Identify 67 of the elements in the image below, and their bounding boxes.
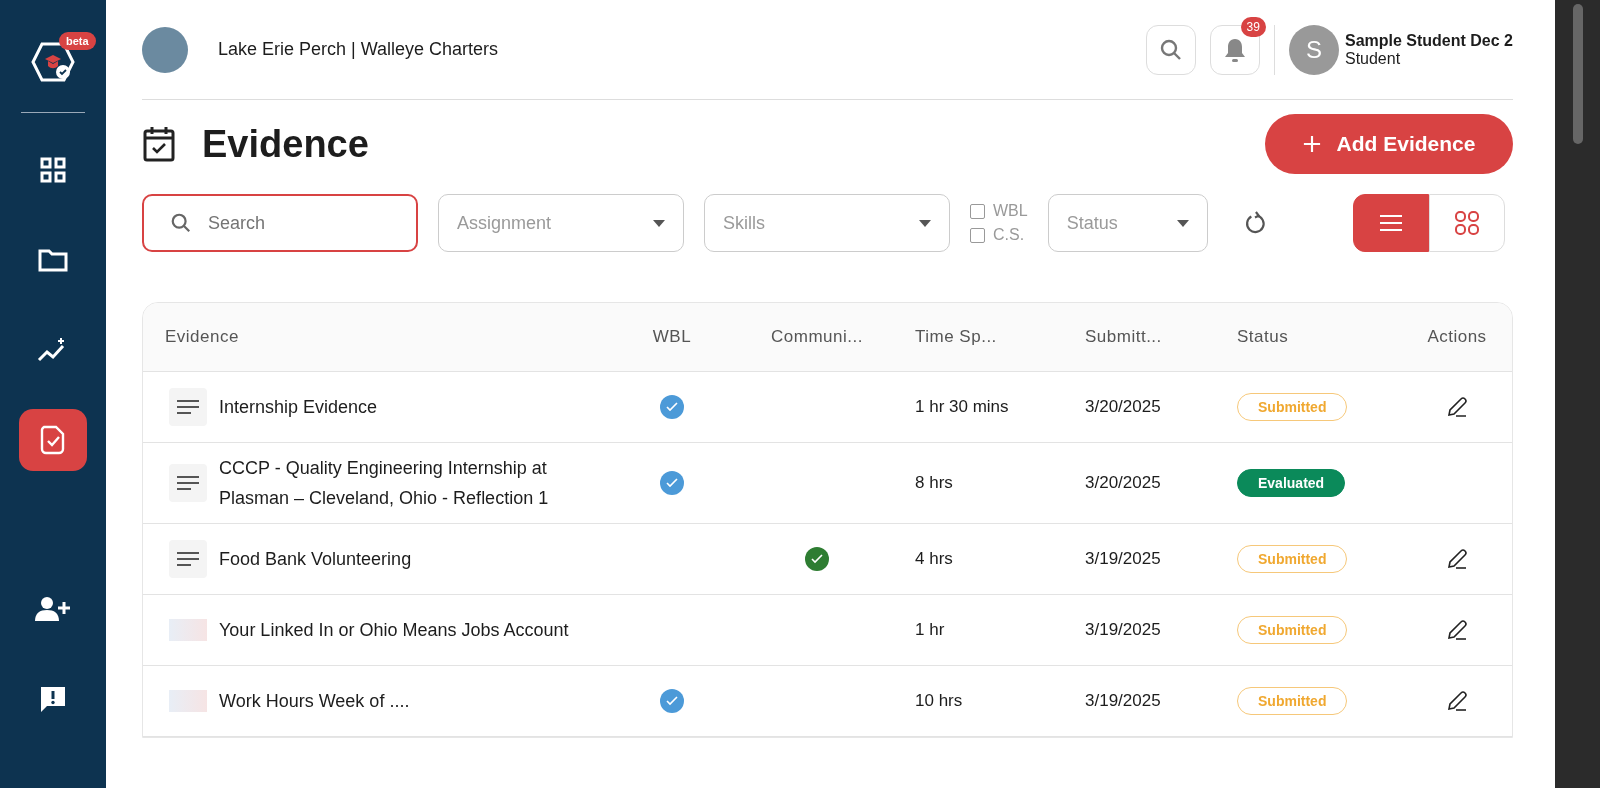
scrollbar[interactable] [1555, 0, 1600, 788]
feedback-icon[interactable] [38, 684, 68, 714]
calendar-check-icon [142, 125, 176, 163]
time-spent: 4 hrs [915, 549, 953, 569]
search-icon [1158, 37, 1183, 62]
grid-icon [39, 156, 67, 184]
table-row[interactable]: Internship Evidence 1 hr 30 mins 3/20/2025 Submitted [143, 372, 1512, 443]
page-title: Evidence [202, 122, 369, 166]
text-lines-icon [169, 464, 207, 502]
search-button[interactable] [1145, 24, 1196, 75]
column-header: Status [1236, 327, 1290, 347]
time-spent: 10 hrs [915, 691, 963, 711]
caret-icon [1176, 219, 1189, 227]
submitted-date: 3/19/2025 [1085, 620, 1161, 640]
table-row[interactable]: Work Hours Week of .... 10 hrs 3/19/2025 Submitted [143, 666, 1512, 737]
list-icon [1379, 214, 1403, 232]
search-icon [170, 212, 192, 234]
table-row[interactable]: Food Bank Volunteering 4 hrs 3/19/2025 Submitted [143, 524, 1512, 595]
caret-icon [919, 219, 931, 227]
plus-icon [1302, 135, 1321, 153]
grid-icon [1454, 210, 1480, 236]
edit-icon[interactable] [1446, 619, 1468, 641]
thumbnail-image [169, 619, 207, 641]
edit-icon[interactable] [1446, 548, 1468, 570]
notification-badge: 39 [1240, 16, 1266, 37]
search-field[interactable]: Search [142, 194, 418, 252]
bell-icon [1222, 36, 1247, 63]
evidence-title[interactable]: Your Linked In or Ohio Means Jobs Account [219, 615, 569, 645]
edit-icon[interactable] [1446, 690, 1468, 712]
time-spent: 8 hrs [915, 473, 953, 493]
add-evidence-button[interactable]: Add Evidence [1265, 114, 1513, 174]
evidence-title[interactable]: Work Hours Week of .... [219, 686, 410, 716]
text-lines-icon [169, 388, 207, 426]
table-row[interactable]: Your Linked In or Ohio Means Jobs Account 1 hr 3/19/2025 Submitted [143, 595, 1512, 666]
column-header: Submitt... [1084, 327, 1163, 347]
edit-icon[interactable] [1446, 396, 1468, 418]
user-role: Student [1344, 49, 1402, 68]
beta-badge: beta [59, 32, 96, 50]
time-spent: 1 hr [915, 620, 945, 640]
submitted-date: 3/19/2025 [1085, 691, 1161, 711]
thumbnail-image [169, 690, 207, 712]
grid-view-button[interactable] [1429, 194, 1505, 252]
caret-icon [653, 219, 665, 227]
reset-icon[interactable] [1243, 211, 1266, 235]
user-name: Sample Student Dec 2 [1344, 31, 1513, 50]
status-badge: Evaluated [1237, 469, 1346, 497]
sidebar-item[interactable] [19, 409, 87, 471]
evidence-title[interactable]: CCCP - Quality Engineering Internship at Plasman – Cleveland, Ohio - Reflection 1 [219, 453, 589, 513]
text-lines-icon [169, 540, 207, 578]
column-header: Actions [1426, 327, 1488, 347]
submitted-date: 3/19/2025 [1085, 549, 1161, 569]
notifications-button[interactable] [1209, 24, 1260, 75]
column-header: Evidence [164, 327, 240, 347]
photo-placeholder [142, 26, 188, 73]
evidence-title[interactable]: Food Bank Volunteering [219, 544, 412, 574]
submitted-date: 3/20/2025 [1085, 397, 1161, 417]
submitted-date: 3/20/2025 [1085, 473, 1161, 493]
time-spent: 1 hr 30 mins [915, 397, 1009, 417]
organization-name: Lake Erie Perch | Walleye Charters [218, 39, 499, 60]
folder-icon [38, 247, 68, 273]
table-row[interactable]: CCCP - Quality Engineering Internship at Plasman – Cleveland, Ohio - Reflection 1 8 hrs 3/20/2025 Evaluated [143, 443, 1512, 524]
column-header: Communi... [770, 327, 864, 347]
evidence-title[interactable]: Internship Evidence [219, 392, 378, 422]
add-user-icon[interactable] [35, 596, 71, 622]
list-view-button[interactable] [1353, 194, 1429, 252]
column-header: WBL [651, 327, 693, 347]
column-header: Time Sp... [914, 327, 998, 347]
